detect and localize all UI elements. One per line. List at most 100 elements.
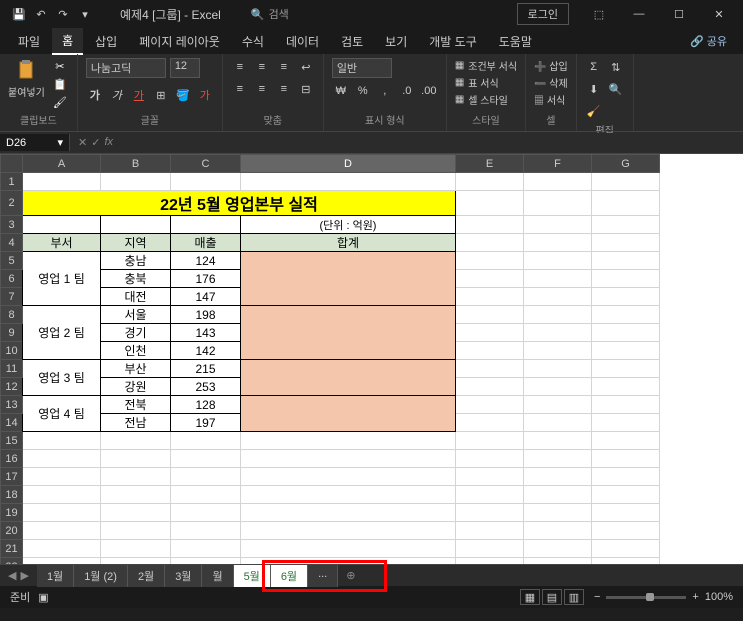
- align-center-icon[interactable]: ≡: [253, 80, 271, 98]
- sheet-nav-next-icon[interactable]: ▶: [20, 569, 28, 582]
- cell-style-button[interactable]: ▦ 셀 스타일: [455, 92, 517, 107]
- tab-formula[interactable]: 수식: [232, 29, 274, 54]
- maximize-icon[interactable]: ☐: [659, 0, 699, 28]
- row-header[interactable]: 5: [1, 252, 23, 270]
- col-header[interactable]: G: [592, 155, 660, 173]
- format-painter-icon[interactable]: 🖌: [51, 94, 69, 110]
- tab-data[interactable]: 데이터: [276, 29, 329, 54]
- sheet-tab[interactable]: 1월 (2): [74, 565, 128, 587]
- accept-formula-icon[interactable]: ✓: [91, 136, 100, 149]
- align-bot-icon[interactable]: ≡: [275, 58, 293, 76]
- tab-dev[interactable]: 개발 도구: [419, 29, 487, 54]
- tab-insert[interactable]: 삽입: [85, 29, 127, 54]
- tab-layout[interactable]: 페이지 레이아웃: [129, 29, 230, 54]
- tab-home[interactable]: 홈: [52, 28, 83, 55]
- tab-view[interactable]: 보기: [375, 29, 417, 54]
- row-header[interactable]: 16: [1, 450, 23, 468]
- row-header[interactable]: 13: [1, 396, 23, 414]
- bold-button[interactable]: 가: [86, 86, 104, 104]
- row-header[interactable]: 9: [1, 324, 23, 342]
- chevron-down-icon[interactable]: ▾: [57, 136, 63, 149]
- grid[interactable]: A B C D E F G 1 222년 5월 영업본부 실적 3(단위 : 억…: [0, 154, 743, 564]
- normal-view-icon[interactable]: ▦: [520, 589, 540, 605]
- row-header[interactable]: 19: [1, 504, 23, 522]
- inc-decimal-icon[interactable]: .0: [398, 82, 416, 100]
- page-break-icon[interactable]: ▥: [564, 589, 584, 605]
- zoom-out-icon[interactable]: −: [594, 591, 600, 603]
- align-top-icon[interactable]: ≡: [231, 58, 249, 76]
- sort-icon[interactable]: ⇅: [607, 58, 625, 76]
- row-header[interactable]: 12: [1, 378, 23, 396]
- row-header[interactable]: 17: [1, 468, 23, 486]
- row-header[interactable]: 1: [1, 173, 23, 191]
- record-macro-icon[interactable]: ▣: [38, 591, 48, 604]
- align-mid-icon[interactable]: ≡: [253, 58, 271, 76]
- tab-review[interactable]: 검토: [331, 29, 373, 54]
- currency-icon[interactable]: ₩: [332, 82, 350, 100]
- col-header[interactable]: C: [171, 155, 241, 173]
- row-header[interactable]: 4: [1, 234, 23, 252]
- fx-icon[interactable]: fx: [104, 136, 113, 149]
- sheet-tab[interactable]: 6월: [271, 565, 308, 587]
- tab-file[interactable]: 파일: [8, 29, 50, 54]
- tab-help[interactable]: 도움말: [489, 29, 542, 54]
- comma-icon[interactable]: ,: [376, 82, 394, 100]
- row-header[interactable]: 21: [1, 540, 23, 558]
- page-layout-icon[interactable]: ▤: [542, 589, 562, 605]
- underline-button[interactable]: 가: [130, 86, 148, 104]
- sheet-tab[interactable]: 5월: [234, 565, 271, 587]
- dec-decimal-icon[interactable]: .00: [420, 82, 438, 100]
- row-header[interactable]: 7: [1, 288, 23, 306]
- col-header[interactable]: B: [101, 155, 171, 173]
- minimize-icon[interactable]: —: [619, 0, 659, 28]
- font-name-select[interactable]: 나눔고딕: [86, 58, 166, 78]
- share-button[interactable]: 🔗 공유: [682, 29, 735, 53]
- row-header[interactable]: 8: [1, 306, 23, 324]
- login-button[interactable]: 로그인: [517, 3, 569, 25]
- row-header[interactable]: 14: [1, 414, 23, 432]
- title-cell[interactable]: 22년 5월 영업본부 실적: [23, 191, 456, 216]
- sheet-tab[interactable]: 3월: [165, 565, 202, 587]
- sheet-tab[interactable]: ...: [308, 565, 338, 587]
- unit-cell[interactable]: (단위 : 억원): [241, 216, 456, 234]
- percent-icon[interactable]: %: [354, 82, 372, 100]
- ribbon-options-icon[interactable]: ⬚: [579, 0, 619, 28]
- font-size-select[interactable]: 12: [170, 58, 200, 78]
- save-icon[interactable]: 💾: [12, 7, 26, 21]
- font-color-icon[interactable]: 가: [196, 86, 214, 104]
- close-icon[interactable]: ✕: [699, 0, 739, 28]
- merge-icon[interactable]: ⊟: [297, 80, 315, 98]
- sheet-nav-prev-icon[interactable]: ◀: [8, 569, 16, 582]
- qat-dropdown-icon[interactable]: ▾: [78, 7, 92, 21]
- insert-cells-button[interactable]: ➕ 삽입: [534, 58, 568, 73]
- row-header[interactable]: 2: [1, 191, 23, 216]
- find-icon[interactable]: 🔍: [607, 80, 625, 98]
- cancel-formula-icon[interactable]: ✕: [78, 136, 87, 149]
- sheet-tab[interactable]: 월: [202, 565, 233, 587]
- search-box[interactable]: 🔍 검색: [241, 6, 299, 22]
- col-header[interactable]: D: [241, 155, 456, 173]
- row-header[interactable]: 11: [1, 360, 23, 378]
- paste-button[interactable]: 붙여넣기: [8, 58, 45, 99]
- clear-icon[interactable]: 🧹: [585, 102, 603, 120]
- select-all-corner[interactable]: [1, 155, 23, 173]
- redo-icon[interactable]: ↷: [56, 7, 70, 21]
- cut-icon[interactable]: ✂: [51, 58, 69, 74]
- row-header[interactable]: 15: [1, 432, 23, 450]
- row-header[interactable]: 6: [1, 270, 23, 288]
- sheet-tab[interactable]: 1월: [37, 565, 74, 587]
- row-header[interactable]: 18: [1, 486, 23, 504]
- align-left-icon[interactable]: ≡: [231, 80, 249, 98]
- row-header[interactable]: 20: [1, 522, 23, 540]
- col-header[interactable]: F: [524, 155, 592, 173]
- copy-icon[interactable]: 📋: [51, 76, 69, 92]
- number-format-select[interactable]: 일반: [332, 58, 392, 78]
- zoom-in-icon[interactable]: +: [692, 591, 698, 603]
- border-icon[interactable]: ⊞: [152, 86, 170, 104]
- col-header[interactable]: A: [23, 155, 101, 173]
- autosum-icon[interactable]: Σ: [585, 58, 603, 76]
- zoom-level[interactable]: 100%: [705, 591, 733, 603]
- name-box[interactable]: D26▾: [0, 134, 70, 151]
- row-header[interactable]: 10: [1, 342, 23, 360]
- undo-icon[interactable]: ↶: [34, 7, 48, 21]
